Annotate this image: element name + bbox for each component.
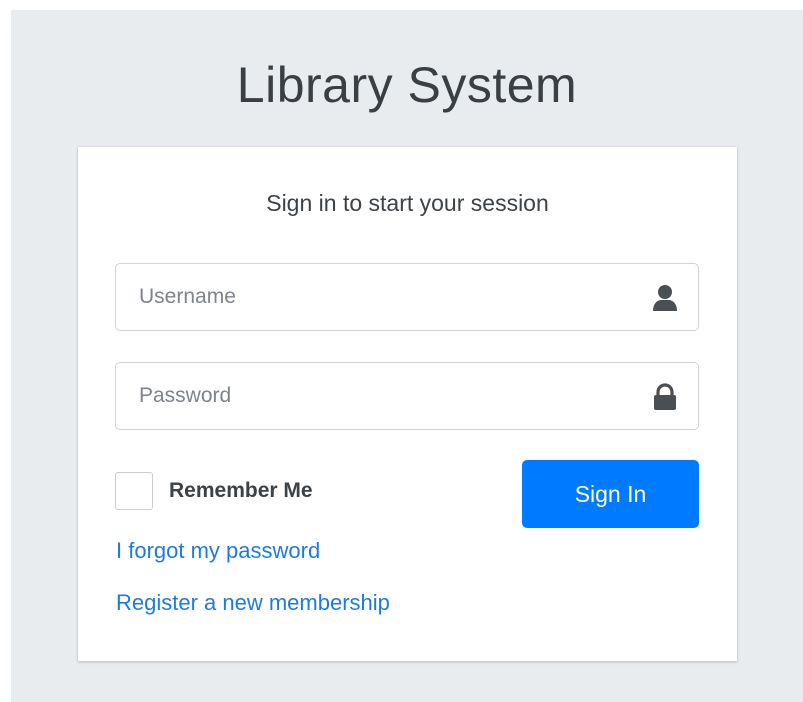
password-field bbox=[115, 362, 699, 430]
user-icon bbox=[652, 284, 678, 312]
login-page: Library System Sign in to start your ses… bbox=[11, 10, 803, 702]
lock-icon bbox=[652, 383, 678, 411]
sign-in-button[interactable]: Sign In bbox=[522, 460, 699, 528]
forgot-password-link[interactable]: I forgot my password bbox=[116, 538, 320, 564]
remember-me-label[interactable]: Remember Me bbox=[169, 479, 313, 503]
app-title: Library System bbox=[236, 57, 578, 113]
username-input[interactable] bbox=[116, 264, 636, 330]
username-field bbox=[115, 263, 699, 331]
remember-me-checkbox[interactable] bbox=[115, 472, 153, 510]
login-card: Sign in to start your session Remembe bbox=[78, 147, 737, 661]
password-input[interactable] bbox=[116, 363, 636, 429]
remember-me: Remember Me bbox=[115, 471, 313, 511]
login-message: Sign in to start your session bbox=[266, 190, 549, 216]
register-link[interactable]: Register a new membership bbox=[116, 590, 390, 616]
